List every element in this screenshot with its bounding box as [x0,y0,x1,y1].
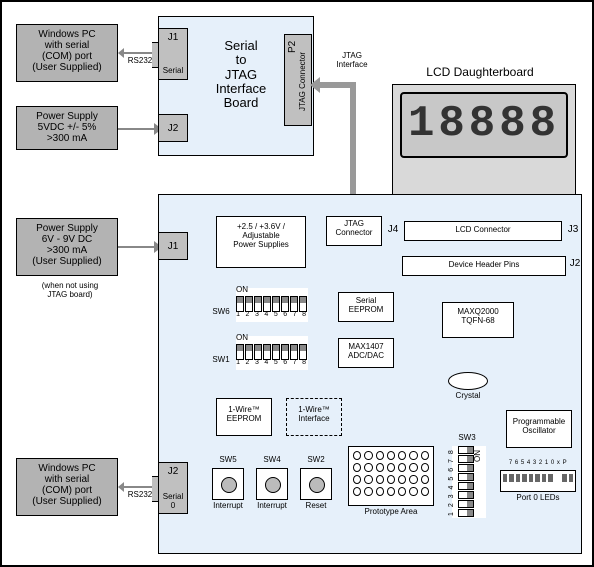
prog-osc: Programmable Oscillator [506,410,572,448]
serial-j2: J2 [158,114,188,142]
dip-sw1-tag: SW1 [206,356,236,365]
ext-psu-5v-label: Power Supply 5VDC +/- 5% >300 mA [17,111,117,144]
dip-sw6-tag: SW6 [206,308,236,317]
main-j2-lbl: Serial 0 [159,493,187,511]
serial-eeprom-label: Serial EEPROM [339,297,393,315]
lcd-display: 18888 [400,92,568,158]
prog-osc-label: Programmable Oscillator [507,418,571,436]
ext-pc-top: Windows PC with serial (COM) port (User … [16,24,118,82]
onewire-eeprom: 1-Wire™ EEPROM [216,398,272,436]
ext-psu-9v-note: (when not using JTAG board) [22,282,118,300]
sw4-lbl: Interrupt [250,502,294,511]
main-jtag-conn: JTAG Connector [326,216,382,246]
dip-sw1: ON 1 2 3 4 5 6 7 8 [236,336,308,370]
serial-p2: JTAG Connector P2 [284,34,312,126]
serial-j1-lbl: Serial [159,67,187,76]
jtag-interface-label: JTAG Interface [322,52,382,70]
port0-leds [500,470,576,492]
dip-sw3-on: ON [474,448,483,464]
dip-sw3-nums: 1 2 3 4 5 6 7 8 [448,446,456,518]
ext-pc-top-label: Windows PC with serial (COM) port (User … [17,29,117,73]
sw4-tag: SW4 [254,456,290,465]
serial-jtag-title: Serial to JTAG Interface Board [199,39,283,110]
serial-j1-tag: J1 [159,32,187,43]
dip-sw1-on: ON [236,334,256,343]
sw5-tag: SW5 [210,456,246,465]
maxq2000: MAXQ2000 TQFN-68 [442,302,514,338]
onewire-eeprom-label: 1-Wire™ EEPROM [217,406,271,424]
diagram-canvas: Windows PC with serial (COM) port (User … [0,0,594,567]
ext-psu-5v: Power Supply 5VDC +/- 5% >300 mA [16,106,118,150]
adjustable-psu: +2.5 / +3.6V / Adjustable Power Supplies [216,216,306,268]
sw2-tag: SW2 [298,456,334,465]
sw3-tag: SW3 [452,434,482,443]
main-j2-notch [152,476,159,502]
serial-p2-tag: P2 [287,37,298,57]
rs232-top-arrow [124,52,152,54]
prototype-area [348,446,434,506]
device-header-tag: J2 [566,258,584,269]
crystal [448,372,488,390]
dip-sw6-nums: 1 2 3 4 5 6 7 8 [235,311,309,319]
ext-psu-9v: Power Supply 6V - 9V DC >300 mA (User Su… [16,218,118,276]
lcd-connector: LCD Connector [404,221,562,241]
sw2-lbl: Reset [296,502,336,511]
device-header-pins: Device Header Pins [402,256,566,276]
max1407: MAX1407 ADC/DAC [338,338,394,368]
lcd-segments: 18888 [402,100,566,148]
serial-p2-lbl: JTAG Connector [299,47,308,117]
psu-5v-line [118,128,156,130]
jtag-arrow-h [318,82,354,88]
serial-j1-notch [152,42,159,68]
maxq2000-label: MAXQ2000 TQFN-68 [443,308,513,326]
prototype-label: Prototype Area [348,508,434,517]
main-jtag-conn-label: JTAG Connector [327,220,381,238]
jtag-arrow-v [350,82,356,206]
ext-pc-bot: Windows PC with serial (COM) port (User … [16,458,118,516]
sw5-lbl: Interrupt [206,502,250,511]
psu-9v-line [118,246,156,248]
device-header-label: Device Header Pins [403,261,565,270]
serial-j1: J1 Serial [158,28,188,80]
lcd-connector-label: LCD Connector [405,226,561,235]
port0-leds-label: Port 0 LEDs [500,494,576,503]
ext-psu-9v-label: Power Supply 6V - 9V DC >300 mA (User Su… [17,223,117,267]
serial-eeprom: Serial EEPROM [338,292,394,322]
main-j1: J1 [158,232,188,260]
main-j2: J2 Serial 0 [158,462,188,514]
onewire-interface-label: 1-Wire™ Interface [287,406,341,424]
lcd-j3-tag: J3 [564,224,582,235]
sw5-button [221,477,237,493]
sw2-button [309,477,325,493]
ext-pc-bot-label: Windows PC with serial (COM) port (User … [17,463,117,507]
max1407-label: MAX1407 ADC/DAC [339,343,393,361]
port0-led-nums: 7 6 5 4 3 2 1 0 x P [500,460,576,467]
dip-sw6-on: ON [236,286,256,295]
adjustable-psu-label: +2.5 / +3.6V / Adjustable Power Supplies [217,223,305,249]
jtag-arrowhead-left [310,77,320,93]
main-j4-tag: J4 [384,224,402,235]
dip-sw3: ON 1 2 3 4 5 6 7 8 [452,446,486,518]
main-j1-tag: J1 [159,241,187,252]
dip-sw1-nums: 1 2 3 4 5 6 7 8 [235,359,309,367]
lcd-title: LCD Daughterboard [400,66,560,79]
serial-j2-tag: J2 [159,123,187,134]
sw4-button [265,477,281,493]
main-j2-tag: J2 [159,466,187,477]
crystal-label: Crystal [440,392,496,401]
dip-sw6: ON 1 2 3 4 5 6 7 8 [236,288,308,322]
rs232-bot-arrow [124,486,152,488]
onewire-interface: 1-Wire™ Interface [286,398,342,436]
